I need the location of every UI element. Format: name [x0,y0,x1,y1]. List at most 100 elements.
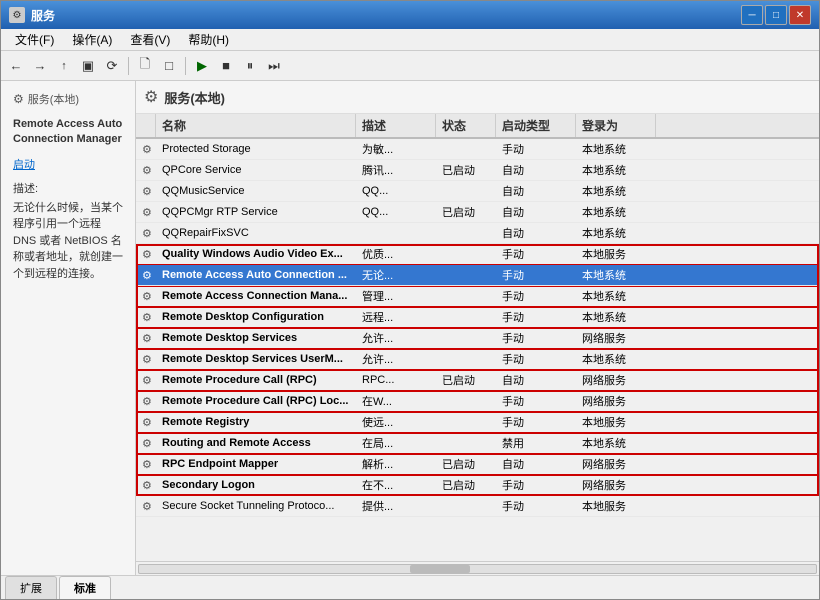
service-name[interactable]: Remote Procedure Call (RPC) Loc... [156,391,356,411]
service-name[interactable]: Secondary Logon [156,475,356,495]
service-name[interactable]: Remote Desktop Services UserM... [156,349,356,369]
sidebar-title: ⚙ 服务(本地) [9,89,127,109]
service-startup: 手动 [496,265,576,285]
restart-button[interactable]: ⏭ [263,55,285,77]
service-name[interactable]: Remote Desktop Services [156,328,356,348]
service-desc: 远程... [356,307,436,327]
scroll-thumb[interactable] [410,565,470,573]
service-icon-cell: ⚙ [136,202,156,222]
refresh-button[interactable]: ⟳ [101,55,123,77]
table-row[interactable]: ⚙Remote Procedure Call (RPC) Loc...在W...… [136,391,819,412]
tab-standard[interactable]: 标准 [59,576,111,599]
service-startup: 自动 [496,454,576,474]
col-desc[interactable]: 描述 [356,114,436,137]
table-row[interactable]: ⚙Quality Windows Audio Video Ex...优质...手… [136,244,819,265]
service-name[interactable]: QQRepairFixSVC [156,223,356,243]
back-button[interactable]: ← [5,55,27,77]
close-button[interactable]: ✕ [789,5,811,25]
service-startup: 自动 [496,160,576,180]
table-row[interactable]: ⚙QQPCMgr RTP ServiceQQ...已启动自动本地系统 [136,202,819,223]
table-row[interactable]: ⚙Remote Desktop Configuration远程...手动本地系统 [136,307,819,328]
service-status [436,223,496,243]
col-startup[interactable]: 启动类型 [496,114,576,137]
show-hide-button[interactable]: ▣ [77,55,99,77]
service-desc: 在不... [356,475,436,495]
service-name[interactable]: QQPCMgr RTP Service [156,202,356,222]
service-login: 本地系统 [576,223,656,243]
service-name[interactable]: Remote Desktop Configuration [156,307,356,327]
scroll-track[interactable] [138,564,817,574]
service-status [436,265,496,285]
service-name[interactable]: Remote Access Auto Connection ... [156,265,356,285]
service-status: 已启动 [436,475,496,495]
play-button[interactable]: ▶ [191,55,213,77]
properties-button[interactable]: 🗋 [134,55,156,77]
services-table[interactable]: 名称 描述 状态 启动类型 登录为 ⚙Protected Storage为敏..… [136,114,819,561]
up-button[interactable]: ↑ [53,55,75,77]
tab-expand[interactable]: 扩展 [5,576,57,599]
service-name[interactable]: Remote Registry [156,412,356,432]
col-icon[interactable] [136,114,156,137]
service-startup: 自动 [496,202,576,222]
service-name[interactable]: Secure Socket Tunneling Protoco... [156,496,356,516]
table-row[interactable]: ⚙QPCore Service腾讯...已启动自动本地系统 [136,160,819,181]
table-row[interactable]: ⚙Remote Desktop Services允许...手动网络服务 [136,328,819,349]
service-name[interactable]: QPCore Service [156,160,356,180]
table-row[interactable]: ⚙Remote Procedure Call (RPC)RPC...已启动自动网… [136,370,819,391]
service-name[interactable]: Quality Windows Audio Video Ex... [156,244,356,264]
service-icon-cell: ⚙ [136,160,156,180]
table-row[interactable]: ⚙QQRepairFixSVC自动本地系统 [136,223,819,244]
col-login[interactable]: 登录为 [576,114,656,137]
service-name[interactable]: Remote Procedure Call (RPC) [156,370,356,390]
menu-help[interactable]: 帮助(H) [180,29,237,50]
service-name[interactable]: Protected Storage [156,139,356,159]
toolbar-separator-2 [185,57,186,75]
minimize-button[interactable]: ─ [741,5,763,25]
table-row[interactable]: ⚙Remote Access Connection Mana...管理...手动… [136,286,819,307]
service-login: 网络服务 [576,454,656,474]
service-status [436,391,496,411]
service-startup: 手动 [496,412,576,432]
menu-view[interactable]: 查看(V) [122,29,178,50]
forward-button[interactable]: → [29,55,51,77]
service-name[interactable]: RPC Endpoint Mapper [156,454,356,474]
service-icon-cell: ⚙ [136,370,156,390]
table-row[interactable]: ⚙RPC Endpoint Mapper解析...已启动自动网络服务 [136,454,819,475]
stop-button[interactable]: ■ [215,55,237,77]
service-desc: 在W... [356,391,436,411]
service-login: 本地系统 [576,265,656,285]
table-row[interactable]: ⚙Secure Socket Tunneling Protoco...提供...… [136,496,819,517]
col-name[interactable]: 名称 [156,114,356,137]
service-name[interactable]: Remote Access Connection Mana... [156,286,356,306]
service-name[interactable]: Routing and Remote Access [156,433,356,453]
col-status[interactable]: 状态 [436,114,496,137]
menu-file[interactable]: 文件(F) [7,29,62,50]
horizontal-scrollbar[interactable] [136,561,819,575]
table-row[interactable]: ⚙Remote Desktop Services UserM...允许...手动… [136,349,819,370]
blank-button[interactable]: □ [158,55,180,77]
service-startup: 手动 [496,475,576,495]
start-service-link[interactable]: 启动 [13,159,35,171]
service-icon-cell: ⚙ [136,433,156,453]
service-icon-cell: ⚙ [136,139,156,159]
table-row[interactable]: ⚙QQMusicServiceQQ...自动本地系统 [136,181,819,202]
service-name[interactable]: QQMusicService [156,181,356,201]
table-row[interactable]: ⚙Secondary Logon在不...已启动手动网络服务 [136,475,819,496]
service-desc: RPC... [356,370,436,390]
service-status [436,244,496,264]
service-startup: 自动 [496,181,576,201]
table-row[interactable]: ⚙Remote Access Auto Connection ...无论...手… [136,265,819,286]
table-header: 名称 描述 状态 启动类型 登录为 [136,114,819,139]
table-row[interactable]: ⚙Protected Storage为敏...手动本地系统 [136,139,819,160]
service-login: 本地系统 [576,181,656,201]
table-row[interactable]: ⚙Routing and Remote Access在局...禁用本地系统 [136,433,819,454]
pause-button[interactable]: ⏸ [239,55,261,77]
service-login: 本地系统 [576,139,656,159]
menu-action[interactable]: 操作(A) [64,29,120,50]
service-login: 本地系统 [576,160,656,180]
service-startup: 手动 [496,391,576,411]
service-icon-cell: ⚙ [136,412,156,432]
table-row[interactable]: ⚙Remote Registry使远...手动本地服务 [136,412,819,433]
service-startup: 手动 [496,496,576,516]
maximize-button[interactable]: □ [765,5,787,25]
